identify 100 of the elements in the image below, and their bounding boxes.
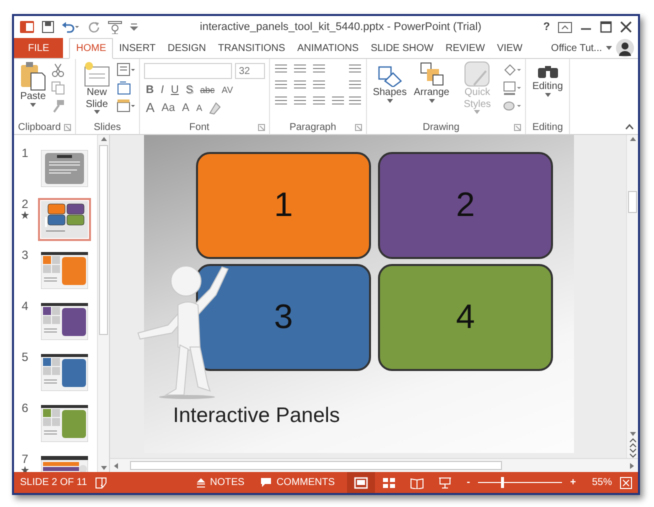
spell-check-icon[interactable] <box>95 476 108 488</box>
dialog-launcher-icon[interactable] <box>354 124 362 130</box>
zoom-out-button[interactable]: - <box>466 475 470 490</box>
group-label: Clipboard <box>18 120 61 134</box>
slide-thumbnail[interactable] <box>38 249 91 292</box>
font-button[interactable]: A <box>144 101 156 115</box>
new-slide-button[interactable]: New Slide <box>80 61 114 114</box>
ribbon-tab[interactable]: ANIMATIONS <box>291 38 365 58</box>
customize-caret-icon[interactable] <box>130 22 138 32</box>
window-title: interactive_panels_tool_kit_5440.pptx - PowerPoint (Trial) <box>198 20 482 35</box>
notes-button[interactable]: NOTES <box>192 472 248 493</box>
zoom-level[interactable]: 55% <box>592 475 612 490</box>
format-button[interactable]: AV <box>220 83 235 97</box>
caret-icon <box>428 98 435 102</box>
ribbon-tab[interactable]: VIEW <box>490 38 528 58</box>
ribbon-tab[interactable]: INSERT <box>113 38 162 58</box>
slide-thumbnail[interactable] <box>38 402 91 445</box>
scrollbar-thumb[interactable] <box>99 145 108 335</box>
format-button[interactable]: B <box>144 83 156 97</box>
format-button[interactable]: S <box>184 83 196 97</box>
presentation-icon[interactable] <box>108 20 122 34</box>
caret-icon[interactable] <box>606 46 612 50</box>
dialog-launcher-icon[interactable] <box>64 124 71 130</box>
quick-styles-icon <box>464 61 490 87</box>
align-left-icon[interactable] <box>274 95 288 107</box>
normal-view-button[interactable] <box>346 472 375 493</box>
ribbon-tab[interactable]: SLIDE SHOW <box>364 38 440 58</box>
slide-number: 3 <box>22 249 28 262</box>
shape-outline-icon[interactable] <box>503 81 522 95</box>
format-button[interactable]: U <box>168 83 181 97</box>
layout-icon[interactable] <box>116 63 135 77</box>
normal-view-icon <box>354 476 368 488</box>
arrange-button[interactable]: Arrange <box>412 61 452 102</box>
ribbon-tab[interactable]: REVIEW <box>439 38 491 58</box>
align-right-icon[interactable] <box>312 95 326 107</box>
font-button[interactable]: Aa <box>159 101 177 115</box>
account-name[interactable]: Office Tut... <box>551 40 602 56</box>
zoom-in-button[interactable]: + <box>570 475 576 490</box>
ribbon-tab[interactable]: TRANSITIONS <box>212 38 292 58</box>
caret-icon <box>544 92 551 96</box>
font-size-field[interactable]: 32 <box>234 63 265 79</box>
scroll-down-icon[interactable] <box>628 430 636 438</box>
comments-button[interactable]: COMMENTS <box>256 472 339 493</box>
comment-icon <box>260 477 272 488</box>
slide-thumbnail[interactable] <box>38 198 91 241</box>
font-name-field[interactable] <box>144 63 232 79</box>
slide-thumbnail[interactable] <box>38 351 91 394</box>
redo-icon[interactable] <box>88 21 100 33</box>
format-button[interactable]: abc <box>198 83 217 97</box>
justify-icon[interactable] <box>330 95 345 107</box>
slide-number: 7 <box>22 453 28 466</box>
scroll-right-icon[interactable] <box>628 462 636 470</box>
dialog-launcher-icon[interactable] <box>258 124 265 130</box>
font-button[interactable]: A <box>194 101 204 115</box>
undo-icon[interactable] <box>62 21 80 33</box>
collapse-ribbon-icon[interactable] <box>625 124 634 130</box>
previous-slide-icon[interactable] <box>628 438 636 448</box>
panel[interactable]: 3 <box>196 264 371 371</box>
editing-button[interactable]: Editing <box>530 61 565 96</box>
slide-title: Interactive Panels <box>173 403 340 429</box>
reading-view-icon <box>410 476 424 488</box>
slide-number: 2 <box>22 198 28 212</box>
slide-thumbnail[interactable] <box>38 147 91 190</box>
scroll-left-icon[interactable] <box>112 462 120 470</box>
ribbon-display-icon[interactable] <box>558 22 572 32</box>
ribbon-tab[interactable]: HOME <box>69 38 114 59</box>
shape-fill-icon[interactable] <box>503 63 522 77</box>
dialog-launcher-icon[interactable] <box>514 124 522 130</box>
format-button[interactable]: I <box>158 83 166 97</box>
slide-sorter-icon <box>382 476 396 488</box>
slide-counter: SLIDE 2 OF 11 <box>20 476 88 490</box>
fit-to-window-icon[interactable] <box>620 476 632 488</box>
group-label: Font <box>188 120 210 134</box>
panel[interactable]: 4 <box>378 264 553 371</box>
format-painter-icon[interactable] <box>51 99 65 113</box>
help-button[interactable]: ? <box>543 18 550 36</box>
ribbon-tab[interactable]: DESIGN <box>162 38 212 58</box>
paste-button[interactable]: Paste <box>18 61 48 106</box>
caret-icon <box>30 102 36 106</box>
center-icon[interactable] <box>292 95 307 107</box>
next-slide-icon[interactable] <box>628 448 636 458</box>
copy-icon[interactable] <box>51 81 65 95</box>
user-avatar-icon[interactable] <box>616 39 634 57</box>
close-icon[interactable] <box>620 21 632 33</box>
panel[interactable]: 1 <box>196 152 371 259</box>
clear-format-icon[interactable] <box>207 101 222 115</box>
shape-effects-icon[interactable] <box>503 99 522 113</box>
slide-number: 4 <box>22 300 28 314</box>
notes-icon <box>196 478 206 488</box>
scrollbar-thumb[interactable] <box>628 191 637 213</box>
shapes-button[interactable]: Shapes <box>370 61 409 102</box>
file-tab[interactable]: FILE <box>14 38 64 58</box>
scrollbar-thumb[interactable] <box>130 461 502 470</box>
section-icon[interactable] <box>116 99 135 113</box>
slide-thumbnail[interactable] <box>38 300 91 343</box>
font-button[interactable]: A <box>180 101 192 115</box>
group-label: Paragraph <box>288 120 338 134</box>
maximize-icon[interactable] <box>600 21 612 33</box>
save-icon[interactable] <box>42 21 54 33</box>
cut-icon[interactable] <box>51 63 65 77</box>
